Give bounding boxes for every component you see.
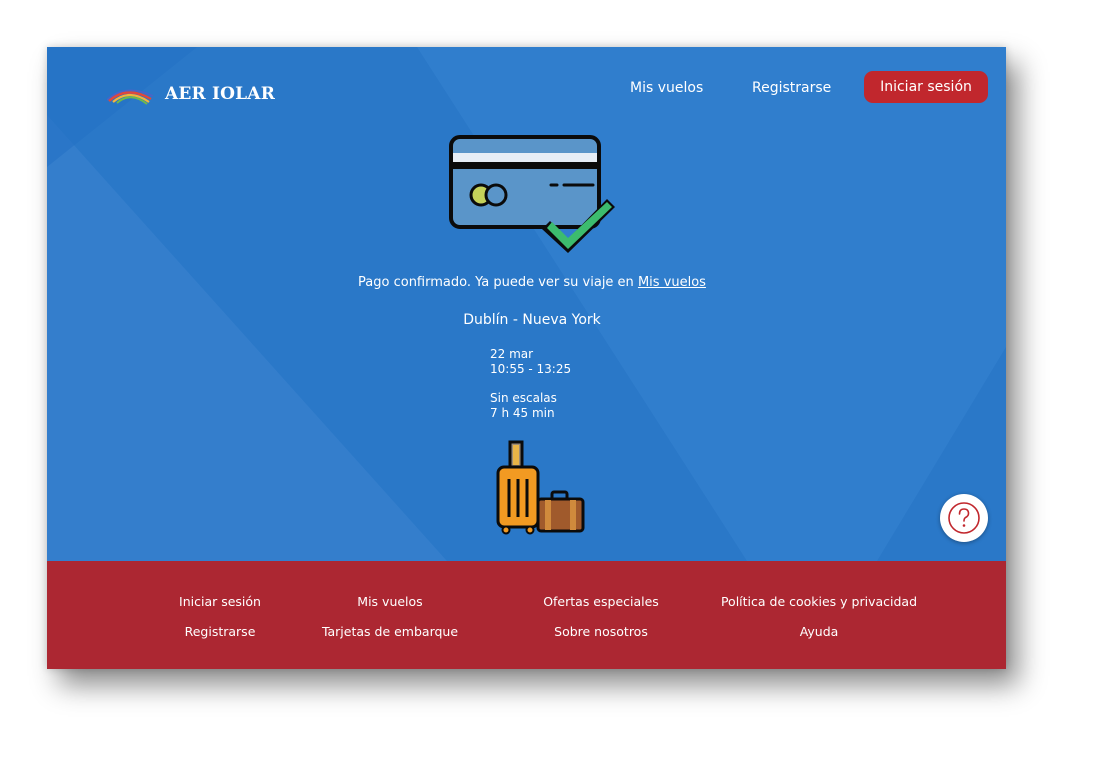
- footer-my-flights-link[interactable]: Mis vuelos: [270, 594, 510, 609]
- site-header: AER IOLAR Mis vuelos Registrarse Iniciar…: [47, 47, 1006, 127]
- payment-confirmation: Pago confirmado. Ya puede ver su viaje e…: [47, 275, 1006, 290]
- browser-frame: AER IOLAR Mis vuelos Registrarse Iniciar…: [47, 47, 1006, 669]
- trip-duration: 7 h 45 min: [490, 406, 555, 420]
- help-button[interactable]: [940, 494, 988, 542]
- login-button[interactable]: Iniciar sesión: [864, 71, 988, 103]
- nav-register-link[interactable]: Registrarse: [752, 80, 831, 96]
- footer-special-offers-link[interactable]: Ofertas especiales: [481, 594, 721, 609]
- hero-section: AER IOLAR Mis vuelos Registrarse Iniciar…: [47, 47, 1006, 561]
- confirmation-message: Pago confirmado. Ya puede ver su viaje e…: [358, 275, 634, 290]
- trip-times: 10:55 - 13:25: [490, 362, 572, 376]
- trip-stops: Sin escalas: [490, 391, 557, 405]
- brand-name: AER IOLAR: [165, 84, 276, 104]
- site-footer: Iniciar sesión Registrarse Mis vuelos Ta…: [47, 561, 1006, 669]
- trip-details: 22 mar 10:55 - 13:25 Sin escalas 7 h 45 …: [490, 347, 571, 421]
- brand-logo[interactable]: AER IOLAR: [107, 83, 275, 105]
- footer-about-us-link[interactable]: Sobre nosotros: [481, 624, 721, 639]
- luggage-icon: [496, 440, 585, 535]
- question-icon: [948, 502, 980, 534]
- trip-route: Dublín - Nueva York: [463, 312, 601, 328]
- nav-my-flights-link[interactable]: Mis vuelos: [630, 80, 703, 96]
- credit-card-check-icon: [449, 135, 615, 253]
- footer-cookies-privacy-link[interactable]: Política de cookies y privacidad: [699, 594, 939, 609]
- footer-boarding-passes-link[interactable]: Tarjetas de embarque: [270, 624, 510, 639]
- my-flights-inline-link[interactable]: Mis vuelos: [638, 275, 706, 290]
- arc-logo-icon: [107, 89, 153, 105]
- trip-date: 22 mar: [490, 347, 534, 361]
- footer-help-link[interactable]: Ayuda: [699, 624, 939, 639]
